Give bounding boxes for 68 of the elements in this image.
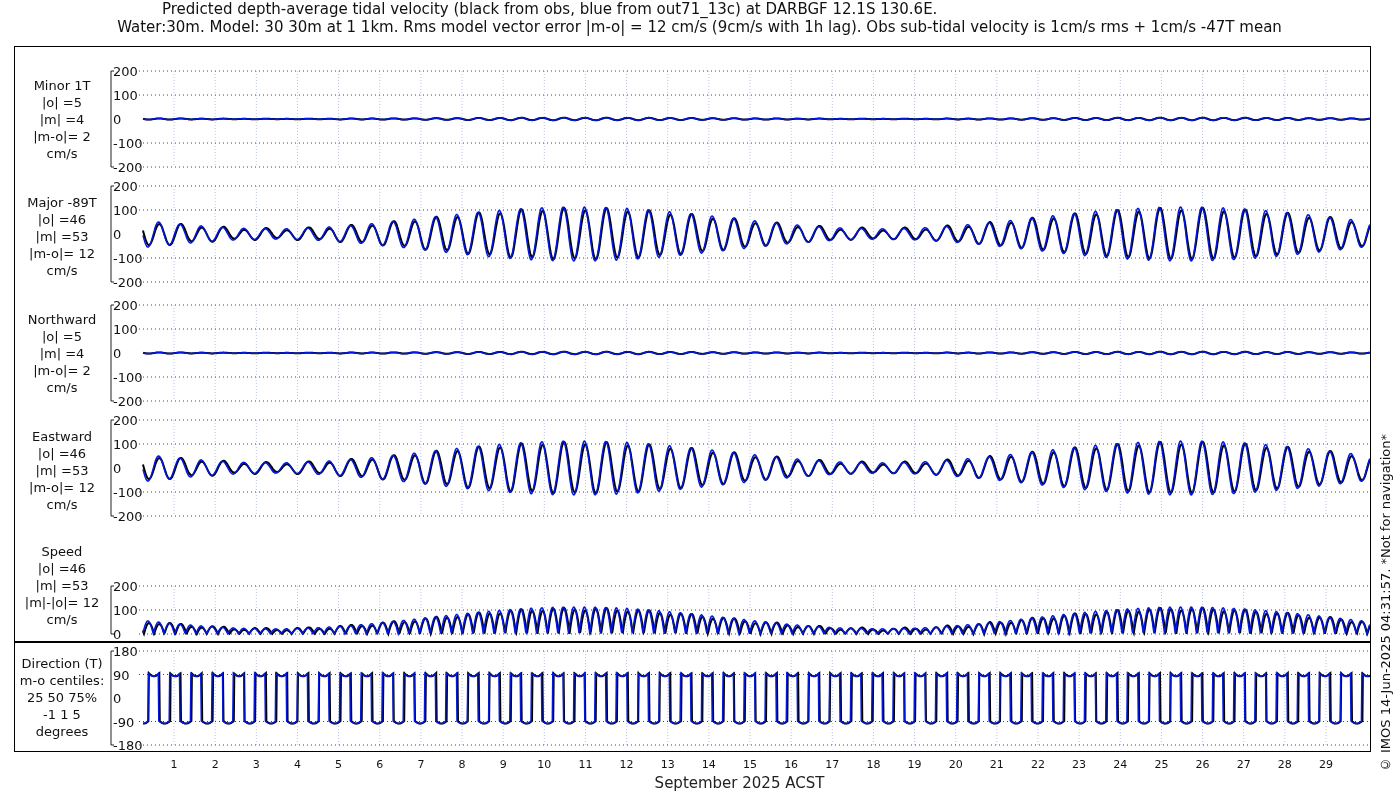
- y-tick-label: -100: [113, 251, 143, 266]
- y-tick-label: -100: [113, 136, 143, 151]
- y-tick-label: -90: [113, 714, 135, 730]
- x-tick-label: 21: [989, 758, 1004, 771]
- y-tick-label: 200: [113, 413, 138, 428]
- x-tick-label: 28: [1277, 758, 1292, 771]
- x-tick-label: 16: [784, 758, 799, 771]
- y-tick-label: 100: [113, 203, 138, 218]
- x-tick-label: 6: [376, 758, 384, 771]
- panel-label: Direction (T) m-o centiles: 25 50 75% -1 1 5 degrees: [18, 654, 106, 740]
- x-axis-label: September 2025 ACST: [654, 774, 825, 792]
- y-tick-label: 100: [113, 603, 138, 618]
- panel-label: Speed |o| =46 |m| =53 |m|-|o|= 12 cm/s: [23, 542, 101, 628]
- y-axis-line: [110, 585, 115, 635]
- x-tick-label: 7: [417, 758, 425, 771]
- x-tick-label: 8: [458, 758, 466, 771]
- y-tick-label: -200: [113, 275, 143, 290]
- x-tick-label: 12: [619, 758, 634, 771]
- y-tick-label: 200: [113, 579, 138, 594]
- y-tick-label: 100: [113, 88, 138, 103]
- y-tick-label: 200: [113, 298, 138, 313]
- y-tick-label: 180: [113, 644, 138, 659]
- y-tick-label: 100: [113, 437, 138, 452]
- x-tick-label: 11: [578, 758, 593, 771]
- x-tick-label: 4: [293, 758, 301, 771]
- x-tick-label: 29: [1318, 758, 1333, 771]
- y-tick-label: 90: [113, 667, 130, 683]
- y-tick-label: 0: [113, 227, 122, 242]
- x-tick-label: 13: [660, 758, 675, 771]
- y-tick-label: 100: [113, 322, 138, 337]
- y-tick-label: 0: [113, 691, 122, 706]
- x-tick-label: 25: [1154, 758, 1169, 771]
- y-tick-label: 0: [113, 346, 122, 361]
- x-tick-label: 3: [252, 758, 260, 771]
- x-tick-label: 26: [1195, 758, 1210, 771]
- panel-label: Northward |o| =5 |m| =4 |m-o|= 2 cm/s: [26, 311, 98, 396]
- x-tick-label: 17: [825, 758, 840, 771]
- x-tick-label: 10: [537, 758, 552, 771]
- x-tick-label: 22: [1031, 758, 1045, 771]
- y-tick-label: 200: [113, 179, 138, 194]
- y-tick-label: -180: [113, 738, 143, 753]
- x-tick-label: 1: [170, 758, 178, 771]
- y-tick-label: 0: [113, 112, 122, 127]
- y-tick-label: 0: [113, 627, 122, 642]
- y-tick-label: 200: [113, 64, 138, 79]
- y-tick-label: -200: [113, 394, 143, 409]
- panel-label: Eastward |o| =46 |m| =53 |m-o|= 12 cm/s: [28, 428, 96, 513]
- copyright-note: © IMOS 14-Jun-2025 04:31:57. *Not for navigation*: [1378, 433, 1393, 772]
- x-tick-label: 18: [866, 758, 881, 771]
- y-tick-label: -100: [113, 485, 143, 500]
- x-tick-label: 27: [1236, 758, 1251, 771]
- chart-title: Predicted depth-average tidal velocity (black from obs, blue from out71_13c) at DARBGF 12.1S 130.6E.: [161, 0, 939, 18]
- x-tick-label: 15: [743, 758, 757, 771]
- x-tick-label: 9: [499, 758, 507, 771]
- x-tick-label: 20: [948, 758, 963, 771]
- panel-label: Major -89T |o| =46 |m| =53 |m-o|= 12 cm/s: [26, 194, 98, 279]
- y-tick-label: -200: [113, 509, 143, 524]
- x-tick-label: 5: [335, 758, 343, 771]
- y-tick-label: -100: [113, 370, 143, 385]
- y-tick-label: 0: [113, 461, 122, 476]
- x-tick-label: 23: [1072, 758, 1087, 771]
- x-tick-label: 19: [907, 758, 922, 771]
- y-tick-label: -200: [113, 160, 143, 175]
- x-tick-label: 14: [701, 758, 716, 771]
- x-tick-label: 24: [1113, 758, 1128, 771]
- x-tick-label: 2: [211, 758, 219, 771]
- panel-label: Minor 1T |o| =5 |m| =4 |m-o|= 2 cm/s: [32, 77, 92, 162]
- chart-title: Water:30m. Model: 30 30m at 1 1km. Rms model vector error |m-o| = 12 cm/s (9cm/s with 1h lag). Obs sub-tidal velocity is 1cm/s rms + 1cm/s -47T mean: [116, 18, 1283, 36]
